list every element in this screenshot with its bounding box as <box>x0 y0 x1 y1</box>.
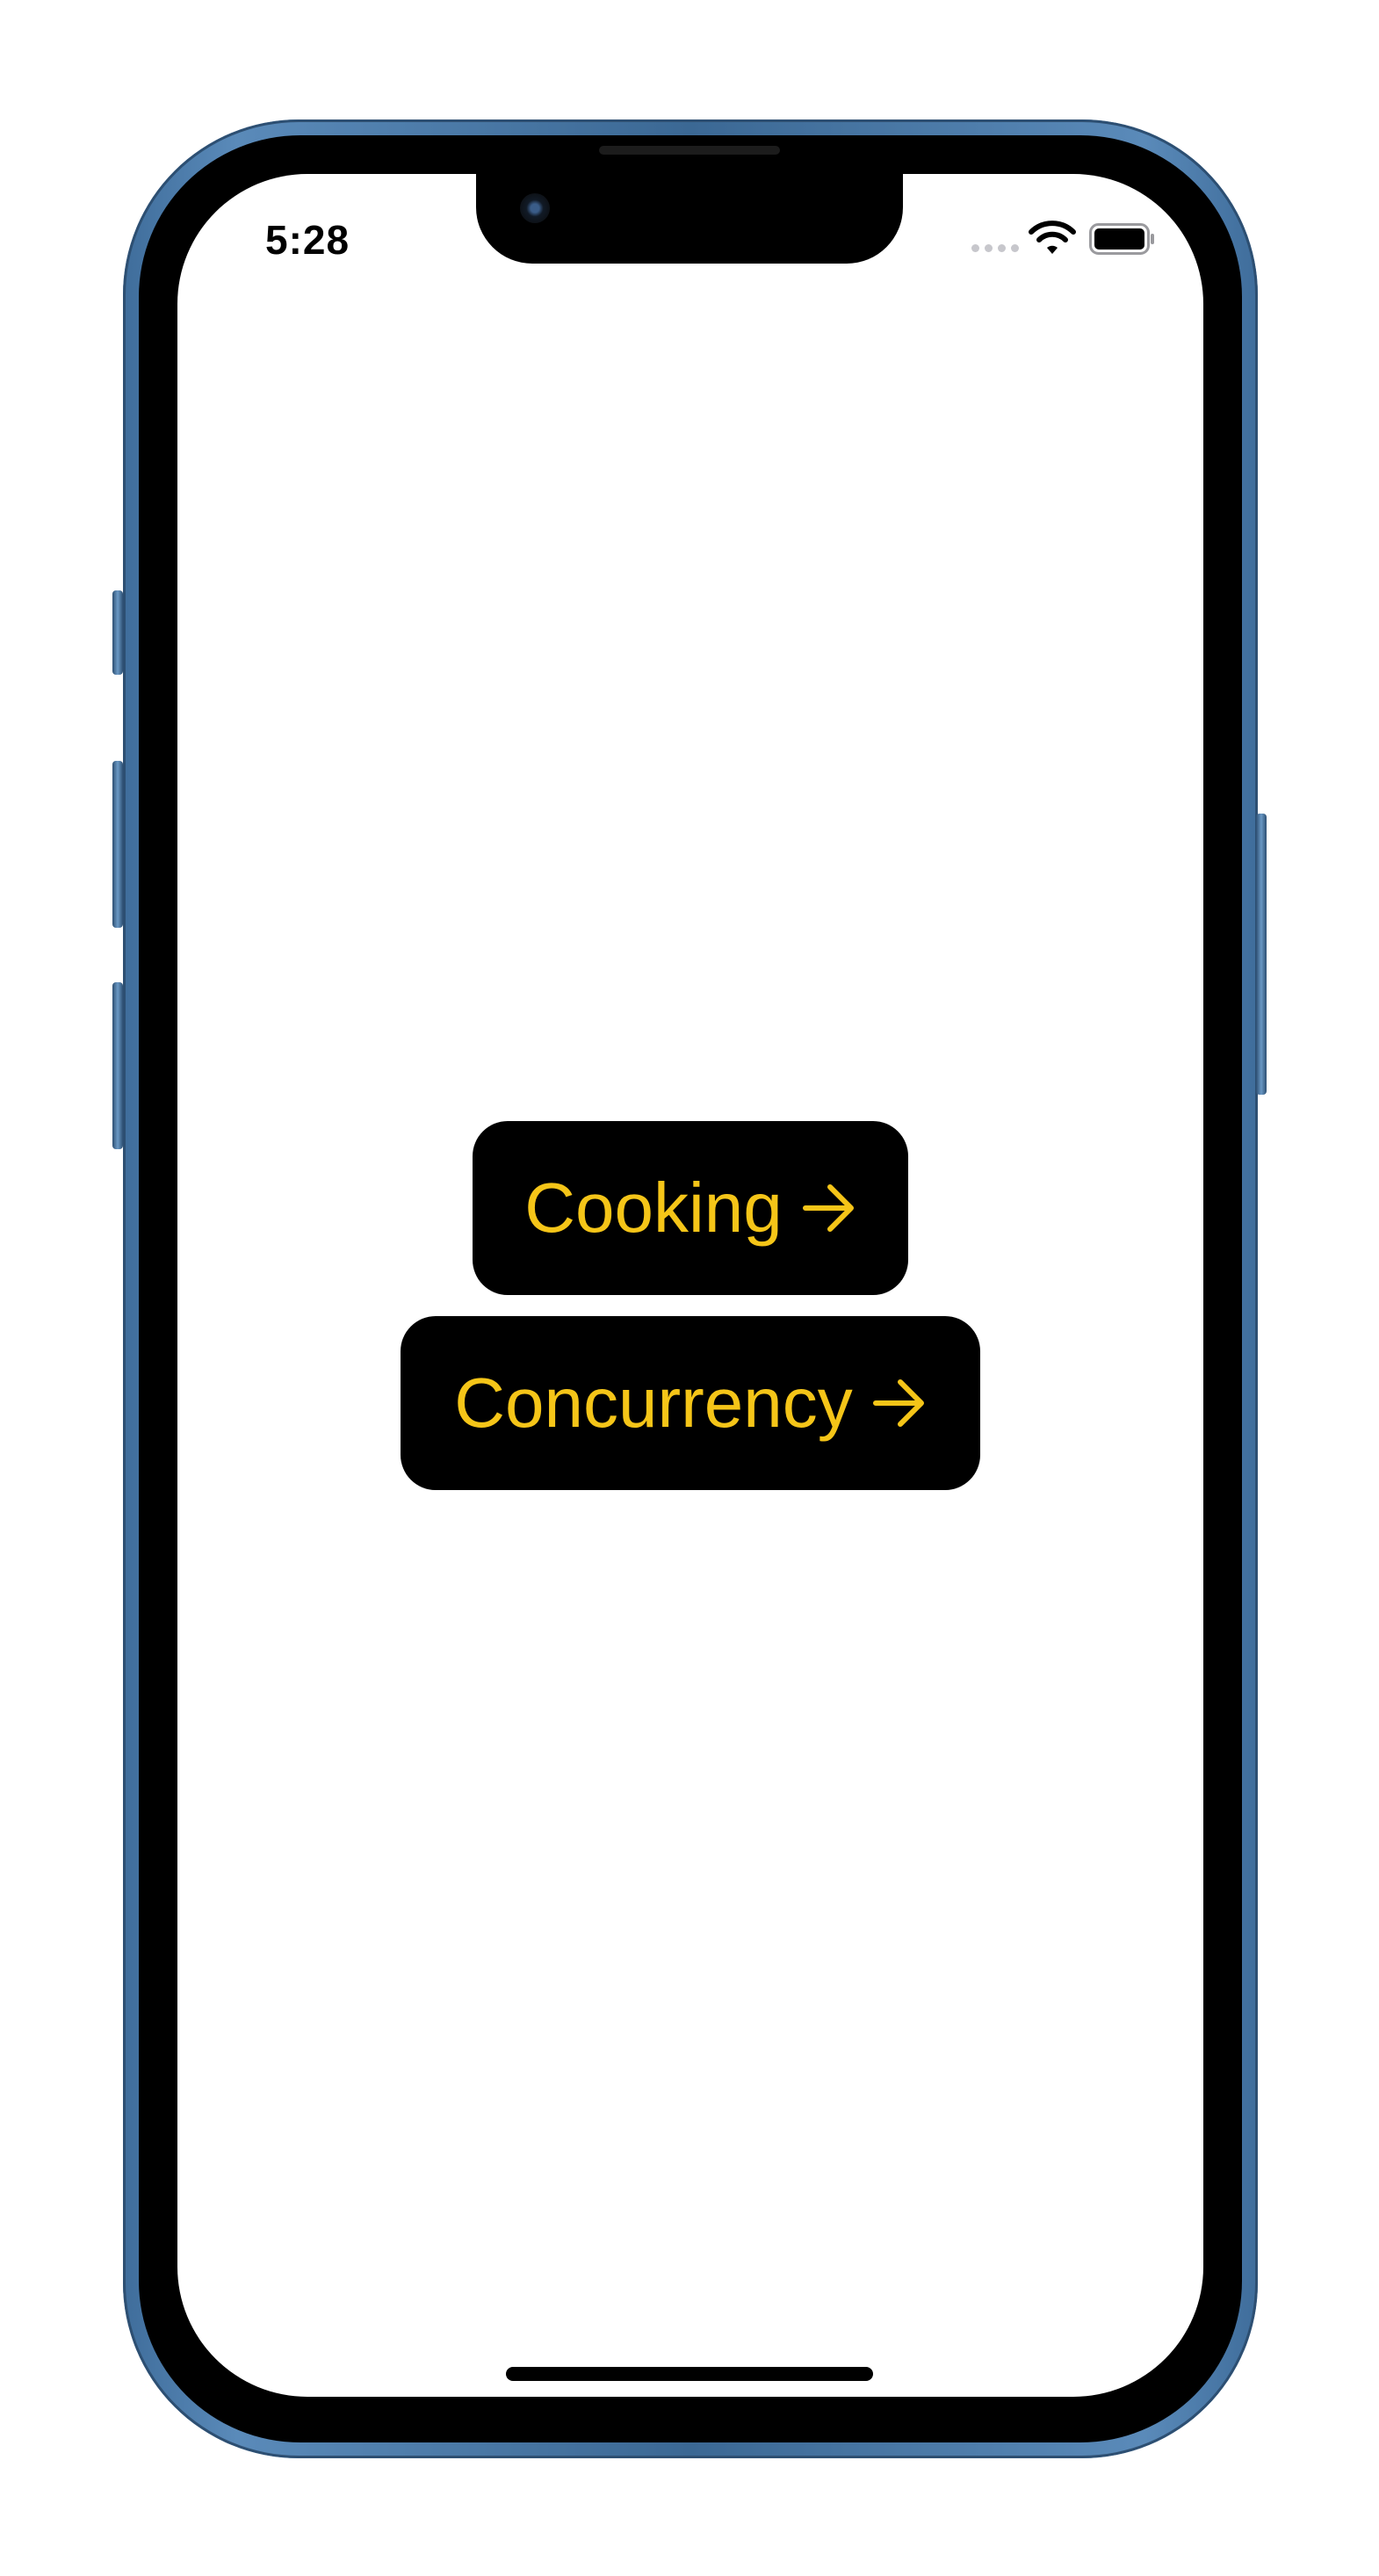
front-camera-icon <box>520 193 550 223</box>
arrow-right-icon <box>872 1379 924 1427</box>
cooking-button-label: Cooking <box>524 1169 783 1247</box>
earpiece-speaker <box>599 146 780 155</box>
volume-up-button <box>112 761 123 928</box>
battery-icon <box>1089 223 1154 255</box>
signal-dots-icon <box>971 244 1019 252</box>
arrow-right-icon <box>802 1184 854 1232</box>
silent-switch <box>112 590 123 675</box>
home-indicator[interactable] <box>506 2367 873 2381</box>
status-time: 5:28 <box>265 217 350 263</box>
concurrency-button-label: Concurrency <box>454 1364 853 1442</box>
wifi-icon <box>1029 221 1076 254</box>
volume-down-button <box>112 982 123 1149</box>
power-button <box>1256 814 1267 1095</box>
concurrency-button[interactable]: Concurrency <box>401 1316 980 1490</box>
cooking-button[interactable]: Cooking <box>473 1121 908 1295</box>
